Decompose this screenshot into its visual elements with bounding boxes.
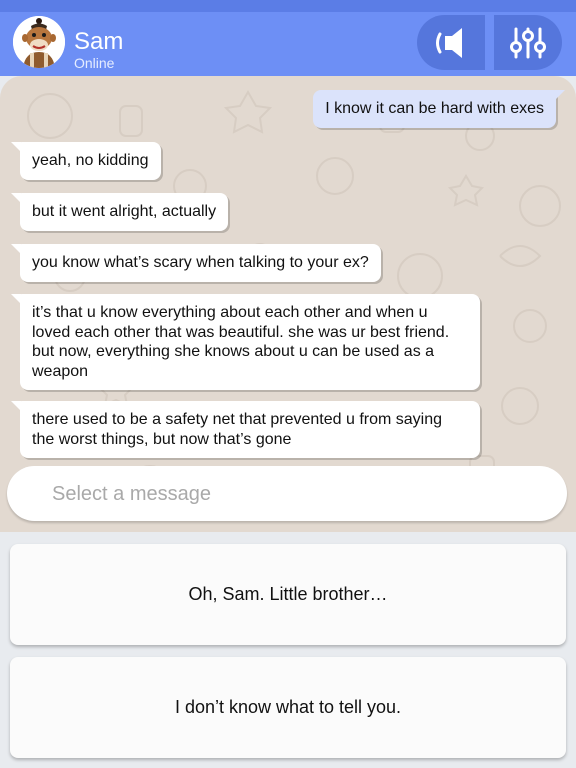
reply-choice-label: Oh, Sam. Little brother… <box>188 584 388 604</box>
sock-monkey-icon <box>13 16 65 68</box>
message-bubble-outgoing: I know it can be hard with exes <box>313 90 565 128</box>
sound-button[interactable] <box>417 15 485 70</box>
reply-choice-label: I don’t know what to tell you. <box>174 697 402 717</box>
message-bubble-incoming: but it went alright, actually <box>10 193 229 231</box>
reply-choice-button[interactable]: I don’t know what to tell you. <box>10 657 566 758</box>
settings-button[interactable] <box>494 15 562 70</box>
avatar[interactable] <box>13 16 65 68</box>
top-strip <box>0 0 576 12</box>
message-bubble-incoming: you know what’s scary when talking to yo… <box>11 244 381 282</box>
reply-choice-button[interactable]: Oh, Sam. Little brother… <box>10 544 566 645</box>
chat-header: Sam Online <box>0 12 576 76</box>
message-bubble-incoming: it’s that u know everything about each o… <box>11 294 480 390</box>
sliders-icon <box>510 27 546 58</box>
message-bubble-incoming: there used to be a safety net that preve… <box>11 401 480 458</box>
chat-area[interactable]: I know it can be hard with exes yeah, no… <box>0 76 576 532</box>
message-select-placeholder: Select a message <box>52 483 211 505</box>
message-select-bar[interactable]: Select a message <box>7 466 567 521</box>
speaker-icon <box>436 27 462 58</box>
contact-name: Sam <box>74 28 124 55</box>
contact-status: Online <box>74 55 115 71</box>
message-bubble-incoming: yeah, no kidding <box>11 142 161 180</box>
reply-choices: Oh, Sam. Little brother… I don’t know wh… <box>0 532 576 768</box>
